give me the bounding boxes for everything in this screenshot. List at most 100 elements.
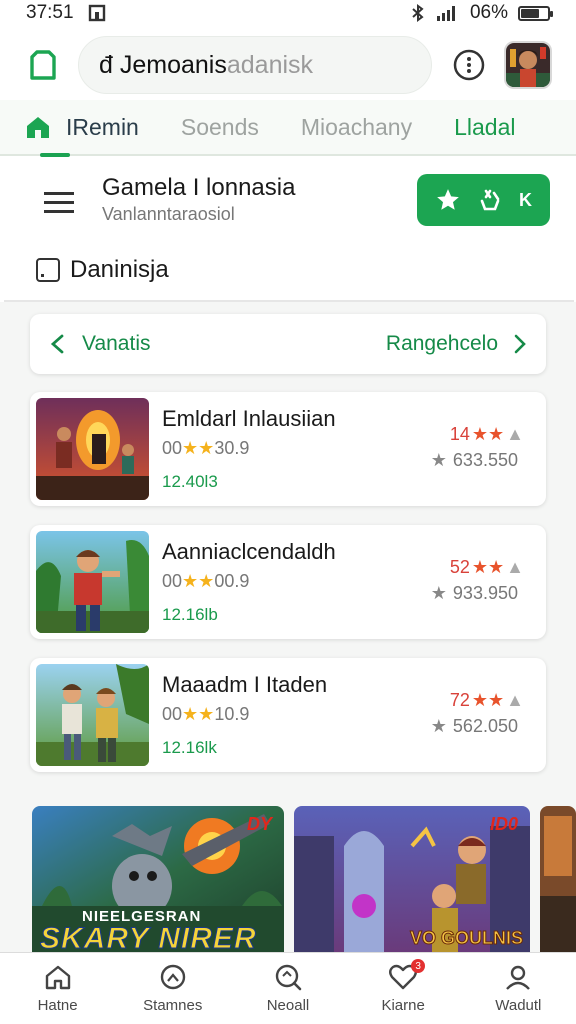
signal-icon [436, 6, 455, 21]
game-rating: 00 ★★ 10.9 [162, 704, 249, 725]
game-title: Maaadm I Itaden [162, 672, 328, 697]
bluetooth-icon [412, 4, 424, 22]
nav-home[interactable]: Hatne [8, 963, 108, 1014]
nav-label: Stamnes [143, 997, 203, 1014]
more-options-icon[interactable] [452, 48, 486, 82]
nav-label: Wadutl [495, 997, 542, 1014]
rating-value: 10.9 [214, 704, 250, 724]
avatar[interactable] [504, 41, 552, 89]
score-value: 52 [449, 557, 470, 577]
star-icon: ★★ [471, 690, 505, 710]
game-title: Emldarl Inlausiian [162, 406, 336, 431]
star-outline-icon: ★ [430, 716, 447, 736]
downloads-value: 933.950 [452, 583, 518, 603]
nav-games[interactable]: Stamnes [123, 963, 223, 1014]
battery-percent: 06% [469, 2, 508, 23]
section-heading: Daninisja [36, 256, 169, 284]
profile-icon [506, 965, 531, 990]
search-typed-text: đ Jemoanis [99, 50, 227, 79]
battery-fill [521, 8, 539, 18]
featured-banner[interactable]: DY NIEELGESRAN SKARY NIRER [32, 806, 284, 954]
page-title: Gamela I lonnasia [102, 174, 296, 201]
banner-title: SKARY NIRER [40, 922, 257, 955]
game-score: 14 ★★ ▲ [450, 424, 524, 445]
chevron-left-icon [50, 334, 64, 354]
status-bar: 37:51 06% [0, 0, 576, 26]
bell-icon: ▲ [506, 424, 524, 444]
game-thumbnail [36, 398, 149, 500]
search-input[interactable]: đ Jemoanis adanisk [78, 36, 432, 94]
game-score: 52 ★★ ▲ [450, 557, 524, 578]
nav-search[interactable]: Neoall [238, 963, 338, 1014]
rating-prefix: 00 [162, 438, 183, 458]
game-rating: 00 ★★ 00.9 [162, 571, 249, 592]
search-row: đ Jemoanis adanisk [0, 30, 576, 100]
home-icon [45, 965, 70, 990]
filter-left-label: Vanatis [82, 332, 151, 355]
filter-back-button[interactable]: Vanatis [48, 332, 151, 356]
header-card: Gamela I lonnasia Vanlanntaraosiol K Dan… [4, 158, 574, 302]
nav-profile[interactable]: Wadutl [468, 963, 568, 1014]
filter-sort-button[interactable]: Rangehcelo [386, 332, 528, 356]
star-outline-icon: ★ [430, 583, 447, 603]
banner-title: VO GOULNIS [409, 928, 524, 949]
home-icon [27, 117, 49, 138]
game-list-item[interactable]: Emldarl Inlausiian 00 ★★ 30.9 12.40l3 14 ★★… [30, 392, 546, 506]
tab-third[interactable]: Mioachany [301, 99, 412, 155]
hamburger-menu-icon[interactable] [42, 190, 76, 216]
game-thumbnail [36, 531, 149, 633]
featured-banner[interactable]: ID0 VO GOULNIS [294, 806, 530, 954]
search-icon [275, 964, 302, 991]
tab-second[interactable]: Soends [181, 99, 259, 155]
tab-fourth[interactable]: Lladal [454, 99, 515, 155]
tab-home[interactable]: IRemin [24, 99, 139, 157]
battery-icon [518, 5, 553, 21]
rating-value: 30.9 [214, 438, 250, 458]
nav-favorites[interactable]: 3 Kiarne [353, 959, 453, 1014]
game-downloads: ★ 633.550 [431, 450, 518, 471]
downloads-value: 562.050 [452, 716, 518, 736]
game-size: 12.16lk [162, 738, 217, 757]
notification-icon [88, 4, 105, 22]
tab-label: Lladal [454, 113, 516, 140]
chevron-right-icon [514, 334, 526, 354]
recycle-icon [480, 189, 500, 211]
score-value: 72 [449, 690, 470, 710]
filter-bar: Vanatis Rangehcelo [30, 314, 546, 374]
game-list-item[interactable]: Aanniaclcendaldh 00 ★★ 00.9 12.16lb 52 ★★ ▲ … [30, 525, 546, 639]
tab-label: IRemin [66, 113, 139, 140]
game-list-item[interactable]: Maaadm I Itaden 00 ★★ 10.9 12.16lk 72 ★★ ▲ ★… [30, 658, 546, 772]
star-icon: ★★ [182, 704, 215, 724]
nav-label: Neoall [266, 997, 310, 1014]
favorites-button[interactable]: K [417, 174, 550, 226]
favorites-button-label: K [519, 189, 532, 210]
status-time: 37:51 [26, 2, 74, 23]
star-icon: ★★ [182, 438, 215, 458]
notification-badge: 3 [411, 959, 426, 973]
game-rating: 00 ★★ 30.9 [162, 438, 249, 459]
game-score: 72 ★★ ▲ [450, 690, 524, 711]
game-size: 12.16lb [162, 605, 218, 624]
rating-value: 00.9 [214, 571, 250, 591]
app-logo-icon[interactable] [24, 46, 62, 84]
game-title: Aanniaclcendaldh [162, 539, 336, 564]
star-icon [437, 189, 459, 210]
rating-prefix: 00 [162, 571, 183, 591]
star-icon: ★★ [182, 571, 215, 591]
controller-icon [160, 964, 185, 990]
featured-banner-partial[interactable] [540, 806, 576, 954]
tab-label: Soends [180, 113, 259, 140]
game-downloads: ★ 562.050 [431, 716, 518, 737]
page-subtitle: Vanlanntaraosiol [102, 204, 235, 224]
downloads-value: 633.550 [452, 450, 518, 470]
star-icon: ★★ [471, 424, 505, 444]
score-value: 14 [449, 424, 470, 444]
bottom-navigation: Hatne Stamnes Neoall 3 Kiarne Wadutl [0, 952, 576, 1024]
filter-right-label: Rangehcelo [385, 332, 498, 355]
nav-label: Kiarne [381, 997, 425, 1014]
star-outline-icon: ★ [430, 450, 447, 470]
bell-icon: ▲ [506, 557, 524, 577]
banner-tag: DY [246, 814, 272, 834]
game-size: 12.40l3 [162, 472, 218, 491]
tab-label: Mioachany [300, 113, 413, 140]
